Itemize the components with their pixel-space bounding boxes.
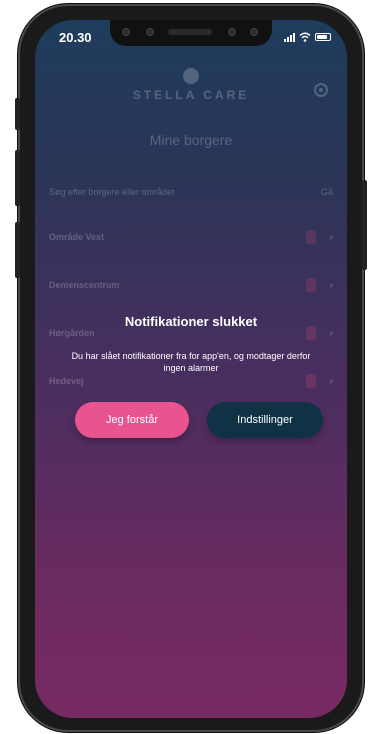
search-shortcut: Gå (320, 187, 333, 197)
battery-icon (315, 33, 331, 41)
list-item[interactable]: Område Vest › (49, 228, 333, 246)
logo-icon (183, 68, 199, 84)
app-screen: 20.30 STELLA CARE Mine borgere Søg efter… (35, 20, 347, 718)
camera-icon (122, 28, 130, 36)
alert-badge-icon (305, 230, 316, 244)
modal-message: Du har slået notifikationer fra for app'… (71, 351, 311, 373)
modal-title: Notifikationer slukket (124, 314, 258, 329)
chevron-right-icon: › (329, 327, 333, 339)
search-bar[interactable]: Søg efter borgere eller områder Gå (49, 180, 333, 204)
sensor-icon (146, 28, 154, 36)
wifi-icon (299, 32, 311, 42)
speaker (168, 29, 212, 35)
settings-button[interactable]: Indstillinger (207, 402, 323, 438)
list-item[interactable]: Hedevej › (49, 372, 333, 390)
sensor-icon (228, 28, 236, 36)
understand-button[interactable]: Jeg forstår (75, 402, 189, 438)
search-placeholder: Søg efter borgere eller områder (49, 187, 176, 197)
sensor-icon (250, 28, 258, 36)
alert-badge-icon (305, 278, 316, 292)
volume-up-button (15, 150, 20, 206)
brand-name: STELLA CARE (132, 88, 250, 102)
status-time: 20.30 (59, 30, 92, 45)
power-button (362, 180, 367, 270)
chevron-right-icon: › (329, 375, 333, 387)
list-item[interactable]: Demenscentrum › (49, 276, 333, 294)
status-icons (284, 32, 331, 42)
silent-switch (15, 98, 20, 130)
alert-badge-icon (305, 374, 316, 388)
page-title: Mine borgere (149, 132, 233, 148)
gear-icon[interactable] (313, 82, 329, 98)
notch (110, 20, 272, 46)
signal-icon (284, 32, 295, 42)
chevron-right-icon: › (329, 279, 333, 291)
volume-down-button (15, 222, 20, 278)
chevron-right-icon: › (329, 231, 333, 243)
